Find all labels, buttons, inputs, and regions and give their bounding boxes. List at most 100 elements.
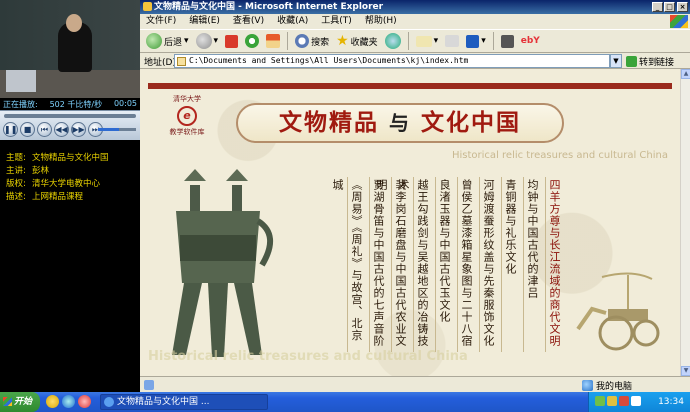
chevron-down-icon: ▾: [481, 36, 486, 46]
menu-edit[interactable]: 编辑(E): [189, 14, 220, 29]
window-title: 文物精品与文化中国 - Microsoft Internet Explorer: [154, 2, 384, 12]
address-bar: 地址(D) C:\Documents and Settings\All User…: [140, 53, 690, 69]
volume-level: [98, 128, 119, 131]
quick-launch: [46, 395, 91, 408]
home-icon: [266, 34, 281, 48]
topic-link[interactable]: 曾侯乙墓漆箱星象图与二十八宿: [457, 177, 476, 352]
window-titlebar[interactable]: 文物精品与文化中国 - Microsoft Internet Explorer …: [140, 0, 690, 14]
messenger-button[interactable]: [499, 31, 516, 51]
bitrate: 502 千比特/秒: [49, 100, 103, 109]
mail-icon: [415, 35, 432, 47]
topic-columns: 四羊方尊与长江流域的商代文明 均钟与中国古代的津吕 青铜器与礼乐文化 河姆渡蚕形…: [330, 177, 564, 352]
menu-help[interactable]: 帮助(H): [365, 14, 397, 29]
messenger-icon: [500, 34, 514, 48]
stop-icon: [225, 34, 239, 48]
ie-icon[interactable]: [62, 395, 75, 408]
search-button[interactable]: 搜索: [293, 31, 331, 51]
star-icon: ★: [336, 33, 349, 49]
task-button-browser[interactable]: 文物精品与文化中国 ...: [100, 394, 268, 410]
back-arrow-icon: [146, 33, 162, 49]
tsinghua-logo: 清华大学 e 教学软件库: [169, 95, 205, 136]
previous-button[interactable]: ⏮: [37, 122, 52, 137]
start-button[interactable]: 开始: [0, 392, 40, 412]
my-computer-icon: [582, 380, 593, 391]
lecture-video[interactable]: [0, 0, 140, 98]
topic-link[interactable]: 裴李岗石磨盘与中国古代农业文明: [375, 177, 410, 352]
ie-icon: [143, 2, 152, 11]
page-icon: [177, 57, 186, 66]
address-input[interactable]: C:\Documents and Settings\All Users\Docu…: [174, 54, 610, 68]
network-icon[interactable]: [595, 396, 605, 406]
topic-link[interactable]: 越王勾践剑与吴越地区的冶铸技术: [397, 177, 432, 352]
minimize-button[interactable]: _: [652, 2, 663, 12]
playback-status: 正在播放: 502 千比特/秒 00:05: [0, 98, 140, 110]
clock: 13:34: [658, 397, 684, 407]
monitor: [6, 70, 36, 92]
info-row: 主讲: 彭林: [6, 166, 50, 176]
topic-link[interactable]: 四羊方尊与长江流域的商代文明: [545, 177, 564, 352]
media-button[interactable]: [383, 31, 403, 51]
topic-link[interactable]: 《周易》《周礼》与故宫、北京城: [331, 177, 366, 352]
volume-icon[interactable]: [607, 396, 617, 406]
elapsed-time: 00:05: [113, 99, 137, 108]
address-dropdown[interactable]: ▼: [610, 54, 622, 68]
topic-link[interactable]: 均钟与中国古代的津吕: [523, 177, 542, 352]
system-tray: 13:34: [588, 392, 690, 412]
stop-button[interactable]: ■: [20, 122, 35, 137]
go-button[interactable]: 转到: [626, 55, 657, 68]
scroll-up-arrow-icon[interactable]: ▲: [681, 69, 690, 79]
pause-button[interactable]: ❚❚: [3, 122, 18, 137]
close-button[interactable]: ×: [677, 2, 688, 12]
refresh-icon: [245, 34, 260, 48]
edit-button[interactable]: ▾: [464, 31, 488, 51]
toolbar-separator: [407, 32, 409, 50]
favorites-button[interactable]: ★ 收藏夹: [334, 31, 380, 51]
back-button[interactable]: 后退 ▾: [144, 31, 191, 51]
topic-link[interactable]: 河姆渡蚕形纹盖与先秦服饰文化: [479, 177, 498, 352]
address-label: 地址(D): [144, 58, 176, 68]
topic-link[interactable]: 良渚玉器与中国古代玉文化: [435, 177, 454, 352]
security-zone: 我的电脑: [582, 379, 632, 392]
fast-forward-button[interactable]: ▶▶: [71, 122, 86, 137]
ime-icon[interactable]: [631, 396, 641, 406]
menu-view[interactable]: 查看(V): [233, 14, 264, 29]
scroll-down-arrow-icon[interactable]: ▼: [681, 366, 690, 376]
taskbar: 开始 文物精品与文化中国 ... 13:34: [0, 392, 690, 412]
media-player-icon[interactable]: [78, 395, 91, 408]
print-button[interactable]: [443, 31, 461, 51]
home-button[interactable]: [264, 31, 282, 51]
info-row: 描述: 上网精品课程: [6, 192, 84, 202]
player-controls: ❚❚ ■ ⏮ ◀◀ ▶▶ ⏭: [0, 110, 140, 140]
forward-arrow-icon: [195, 33, 212, 49]
chevron-down-icon: ▾: [433, 36, 439, 46]
page-title: 文物精品 与 文化中国: [236, 103, 564, 143]
address-value: C:\Documents and Settings\All Users\Docu…: [189, 56, 469, 65]
mail-button[interactable]: ▾: [414, 31, 441, 51]
toolbar-separator: [492, 32, 494, 50]
ebay-button[interactable]: ebY: [519, 31, 542, 51]
links-button[interactable]: 链接: [656, 55, 674, 68]
rewind-button[interactable]: ◀◀: [54, 122, 69, 137]
menu-file[interactable]: 文件(F): [146, 14, 176, 29]
topic-link[interactable]: 贾湖骨笛与中国古代的七声音阶: [369, 177, 388, 352]
stop-page-button[interactable]: [223, 31, 240, 51]
seek-bar[interactable]: [4, 114, 136, 118]
vertical-scrollbar[interactable]: ▲ ▼: [680, 69, 690, 376]
refresh-button[interactable]: [243, 31, 261, 51]
topic-link[interactable]: 青铜器与礼乐文化: [501, 177, 520, 352]
status-bar: 我的电脑: [140, 376, 690, 392]
toolbar: 后退 ▾ ▾ 搜索 ★ 收藏夹 ▾ ▾ ebY: [140, 29, 690, 53]
antivirus-icon[interactable]: [619, 396, 629, 406]
menu-favorites[interactable]: 收藏(A): [277, 14, 308, 29]
course-info: 主题: 文物精品与文化中国 主讲: 彭林 版权: 清华大学电教中心 描述: 上网精品课程: [6, 152, 140, 204]
chevron-down-icon: ▾: [213, 36, 219, 46]
windows-logo-icon: [3, 397, 12, 406]
forward-button[interactable]: ▾: [194, 31, 221, 51]
volume-slider[interactable]: [98, 128, 136, 131]
menu-tools[interactable]: 工具(T): [321, 14, 352, 29]
chevron-down-icon: ▾: [184, 36, 189, 46]
status-label: 正在播放:: [3, 100, 38, 109]
ie-icon: [104, 397, 114, 407]
desktop-icon[interactable]: [46, 395, 59, 408]
maximize-button[interactable]: □: [664, 2, 675, 12]
